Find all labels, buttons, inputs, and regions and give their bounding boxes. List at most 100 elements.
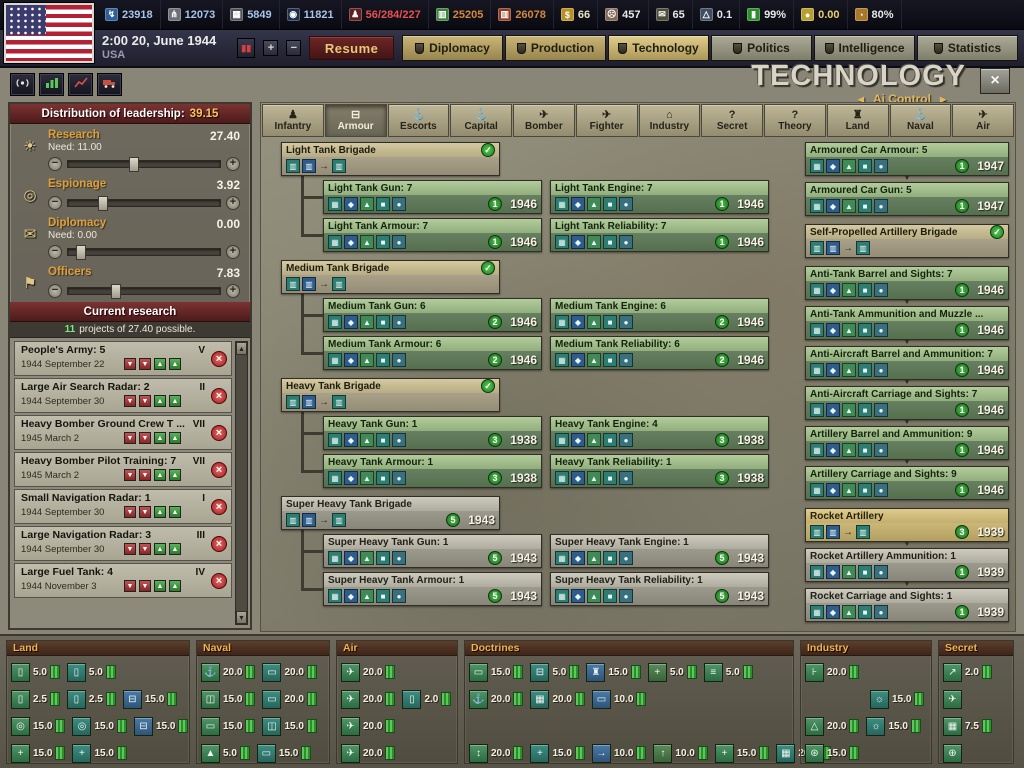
slider-minus-button[interactable]: − (48, 284, 62, 298)
tech-rocket-carriage-and-sights-1[interactable]: Rocket Carriage and Sights: 1 ▦ ◆ ▲ ■ ● 1 193… (805, 588, 1009, 622)
cancel-research-button[interactable]: × (211, 573, 227, 589)
research-item-people-s-army-5[interactable]: People's Army: 5 V 1944 September 22 ▼ ▼… (14, 341, 232, 376)
tech-armoured-car-armour-5[interactable]: Armoured Car Armour: 5 ▦ ◆ ▲ ■ ● 1 1947 (805, 142, 1009, 176)
slider-handle[interactable] (98, 196, 109, 211)
tech-tab-capital[interactable]: ⚓ Capital (450, 104, 512, 137)
tech-anti-tank-ammunition-and-muzzle[interactable]: Anti-Tank Ammunition and Muzzle ... ▦ ◆ ▲ ■… (805, 306, 1009, 340)
tech-super-heavy-tank-armour-1[interactable]: Super Heavy Tank Armour: 1 ▦ ◆ ▲ ■ ● 5 1943 (323, 572, 542, 606)
scroll-up-button[interactable]: ▲ (236, 342, 247, 355)
slider-minus-button[interactable]: − (48, 157, 62, 171)
tech-rocket-artillery[interactable]: Rocket Artillery ▥ ▥ → ▥ 3 1939 (805, 508, 1009, 542)
priority-down-button[interactable]: ▼ (139, 358, 151, 370)
cancel-research-button[interactable]: × (211, 499, 227, 515)
speed-down-button[interactable]: − (286, 40, 302, 56)
priority-bottom-button[interactable]: ▼ (124, 395, 136, 407)
priority-down-button[interactable]: ▼ (139, 543, 151, 555)
tech-medium-tank-engine-6[interactable]: Medium Tank Engine: 6 ▦ ◆ ▲ ■ ● 2 1946 (550, 298, 769, 332)
priority-down-button[interactable]: ▼ (139, 580, 151, 592)
tech-tab-secret[interactable]: ? Secret (701, 104, 763, 137)
tech-heavy-tank-armour-1[interactable]: Heavy Tank Armour: 1 ▦ ◆ ▲ ■ ● 3 1938 (323, 454, 542, 488)
speed-up-button[interactable]: + (263, 40, 279, 56)
tech-light-tank-engine-7[interactable]: Light Tank Engine: 7 ▦ ◆ ▲ ■ ● 1 1946 (550, 180, 769, 214)
tech-anti-aircraft-barrel-and-ammunition-7[interactable]: Anti-Aircraft Barrel and Ammunition: 7 ▦… (805, 346, 1009, 380)
cancel-research-button[interactable]: × (211, 536, 227, 552)
tech-tab-escorts[interactable]: ⚓ Escorts (387, 104, 450, 137)
tech-medium-tank-brigade[interactable]: Medium Tank Brigade ✓ ▥ ▥ → ▥ (281, 260, 500, 294)
research-scrollbar[interactable]: ▲ ▼ (235, 341, 248, 625)
priority-top-button[interactable]: ▲ (169, 506, 181, 518)
tech-light-tank-gun-7[interactable]: Light Tank Gun: 7 ▦ ◆ ▲ ■ ● 1 1946 (323, 180, 542, 214)
tech-super-heavy-tank-engine-1[interactable]: Super Heavy Tank Engine: 1 ▦ ◆ ▲ ■ ● 5 1943 (550, 534, 769, 568)
tech-heavy-tank-engine-4[interactable]: Heavy Tank Engine: 4 ▦ ◆ ▲ ■ ● 3 1938 (550, 416, 769, 450)
tech-medium-tank-gun-6[interactable]: Medium Tank Gun: 6 ▦ ◆ ▲ ■ ● 2 1946 (323, 298, 542, 332)
tech-medium-tank-armour-6[interactable]: Medium Tank Armour: 6 ▦ ◆ ▲ ■ ● 2 1946 (323, 336, 542, 370)
research-item-small-navigation-radar-1[interactable]: Small Navigation Radar: 1 I 1944 Septemb… (14, 489, 232, 524)
priority-top-button[interactable]: ▲ (169, 395, 181, 407)
research-item-large-navigation-radar-3[interactable]: Large Navigation Radar: 3 III 1944 Septe… (14, 526, 232, 561)
nav-tab-intelligence[interactable]: Intelligence (814, 35, 916, 61)
priority-bottom-button[interactable]: ▼ (124, 358, 136, 370)
priority-top-button[interactable]: ▲ (169, 432, 181, 444)
tech-super-heavy-tank-brigade[interactable]: Super Heavy Tank Brigade ▥ ▥ → ▥ 5 1943 (281, 496, 500, 530)
research-item-heavy-bomber-ground-crew-t[interactable]: Heavy Bomber Ground Crew T ... VII 1945 … (14, 415, 232, 450)
tech-heavy-tank-reliability-1[interactable]: Heavy Tank Reliability: 1 ▦ ◆ ▲ ■ ● 3 1938 (550, 454, 769, 488)
slider-track[interactable] (67, 245, 221, 260)
slider-track[interactable] (67, 157, 221, 172)
cancel-research-button[interactable]: × (211, 425, 227, 441)
priority-top-button[interactable]: ▲ (169, 580, 181, 592)
tech-light-tank-reliability-7[interactable]: Light Tank Reliability: 7 ▦ ◆ ▲ ■ ● 1 1946 (550, 218, 769, 252)
priority-bottom-button[interactable]: ▼ (124, 432, 136, 444)
slider-plus-button[interactable]: + (226, 284, 240, 298)
pause-button[interactable]: ▮▮ (236, 38, 256, 58)
nav-tab-politics[interactable]: Politics (711, 35, 813, 61)
cancel-research-button[interactable]: × (211, 388, 227, 404)
priority-up-button[interactable]: ▲ (154, 358, 166, 370)
priority-down-button[interactable]: ▼ (139, 395, 151, 407)
priority-down-button[interactable]: ▼ (139, 506, 151, 518)
priority-up-button[interactable]: ▲ (154, 543, 166, 555)
slider-track[interactable] (67, 284, 221, 299)
tech-heavy-tank-gun-1[interactable]: Heavy Tank Gun: 1 ▦ ◆ ▲ ■ ● 3 1938 (323, 416, 542, 450)
tech-self-propelled-artillery-brigade[interactable]: Self-Propelled Artillery Brigade ✓ ▥ ▥ → ▥ (805, 224, 1009, 258)
priority-up-button[interactable]: ▲ (154, 506, 166, 518)
scroll-down-button[interactable]: ▼ (236, 611, 247, 624)
tech-medium-tank-reliability-6[interactable]: Medium Tank Reliability: 6 ▦ ◆ ▲ ■ ● 2 1946 (550, 336, 769, 370)
slider-minus-button[interactable]: − (48, 245, 62, 259)
priority-bottom-button[interactable]: ▼ (124, 580, 136, 592)
tech-armoured-car-gun-5[interactable]: Armoured Car Gun: 5 ▦ ◆ ▲ ■ ● 1 1947 (805, 182, 1009, 216)
nav-tab-statistics[interactable]: Statistics (917, 35, 1019, 61)
tech-super-heavy-tank-gun-1[interactable]: Super Heavy Tank Gun: 1 ▦ ◆ ▲ ■ ● 5 1943 (323, 534, 542, 568)
slider-minus-button[interactable]: − (48, 196, 62, 210)
priority-top-button[interactable]: ▲ (169, 469, 181, 481)
slider-handle[interactable] (75, 245, 86, 260)
tech-tab-bomber[interactable]: ✈ Bomber (513, 104, 575, 137)
slider-track[interactable] (67, 196, 221, 211)
tech-anti-aircraft-carriage-and-sights-7[interactable]: Anti-Aircraft Carriage and Sights: 7 ▦ ◆ ▲… (805, 386, 1009, 420)
priority-bottom-button[interactable]: ▼ (124, 543, 136, 555)
nav-tab-technology[interactable]: Technology (608, 35, 710, 61)
tech-tab-fighter[interactable]: ✈ Fighter (575, 104, 638, 137)
research-item-large-fuel-tank-4[interactable]: Large Fuel Tank: 4 IV 1944 November 3 ▼ … (14, 563, 232, 598)
slider-plus-button[interactable]: + (226, 196, 240, 210)
priority-bottom-button[interactable]: ▼ (124, 506, 136, 518)
tech-anti-tank-barrel-and-sights-7[interactable]: Anti-Tank Barrel and Sights: 7 ▦ ◆ ▲ ■ ● 1 19… (805, 266, 1009, 300)
tech-tab-infantry[interactable]: ♟ Infantry (262, 104, 324, 137)
slider-plus-button[interactable]: + (226, 245, 240, 259)
nav-tab-diplomacy[interactable]: Diplomacy (402, 35, 504, 61)
priority-up-button[interactable]: ▲ (154, 432, 166, 444)
research-item-heavy-bomber-pilot-training-7[interactable]: Heavy Bomber Pilot Training: 7 VII 1945 … (14, 452, 232, 487)
tech-artillery-barrel-and-ammunition-9[interactable]: Artillery Barrel and Ammunition: 9 ▦ ◆ ▲ ■ ●… (805, 426, 1009, 460)
tech-light-tank-armour-7[interactable]: Light Tank Armour: 7 ▦ ◆ ▲ ■ ● 1 1946 (323, 218, 542, 252)
tech-tab-land[interactable]: ♜ Land (826, 104, 889, 137)
chart-bars-icon-button[interactable] (39, 73, 64, 96)
tech-tab-armour[interactable]: ⊟ Armour (324, 104, 387, 137)
tech-tab-industry[interactable]: ⌂ Industry (638, 104, 701, 137)
research-item-large-air-search-radar-2[interactable]: Large Air Search Radar: 2 II 1944 Septem… (14, 378, 232, 413)
priority-up-button[interactable]: ▲ (154, 580, 166, 592)
priority-up-button[interactable]: ▲ (154, 395, 166, 407)
close-button[interactable]: × (980, 68, 1010, 94)
cancel-research-button[interactable]: × (211, 351, 227, 367)
tech-super-heavy-tank-reliability-1[interactable]: Super Heavy Tank Reliability: 1 ▦ ◆ ▲ ■ ● 5 1… (550, 572, 769, 606)
radio-icon-button[interactable] (10, 73, 35, 96)
resume-button[interactable]: Resume (309, 36, 395, 60)
